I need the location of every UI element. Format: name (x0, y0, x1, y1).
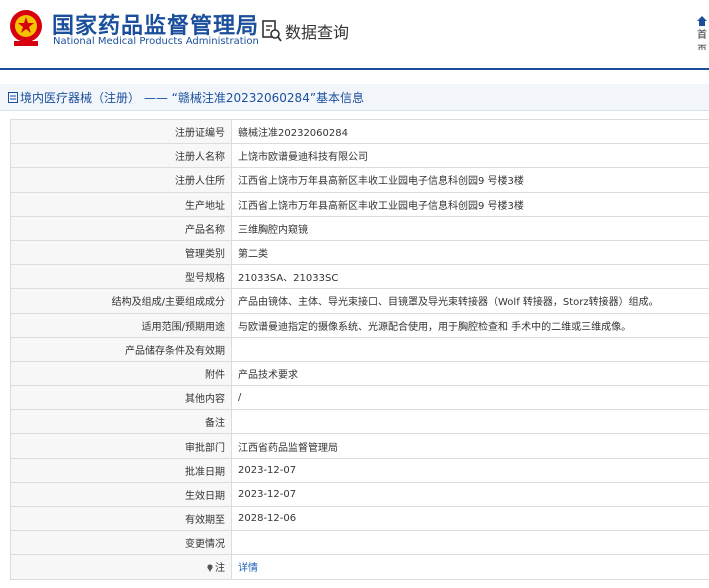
table-row: 注册人住所 江西省上饶市万年县高新区丰收工业园电子信息科创园9 号楼3楼 (10, 167, 709, 193)
table-row: 批准日期 2023-12-07 (10, 457, 709, 483)
breadcrumb-title-bar: 境内医疗器械（注册） —— “赣械注准20232060284”基本信息 (0, 84, 709, 111)
row-label: 管理类别 (10, 239, 232, 266)
table-row: 备注 (10, 409, 709, 435)
row-value: 21033SA、21033SC (231, 264, 709, 290)
pin-icon (207, 564, 213, 573)
table-row: 适用范围/预期用途 与欧谱曼迪指定的摄像系统、光源配合使用，用于胸腔检查和 手术中… (10, 312, 709, 338)
home-icon (697, 16, 707, 26)
row-label: 型号规格 (10, 264, 232, 290)
table-row: 注册人名称 上饶市欧谱曼迪科技有限公司 (10, 143, 709, 169)
row-label: 适用范围/预期用途 (10, 312, 232, 338)
data-search-label[interactable]: 数据查询 (285, 19, 349, 43)
row-value: 产品技术要求 (231, 360, 709, 387)
row-value: 江西省上饶市万年县高新区丰收工业园电子信息科创园9 号楼3楼 (231, 191, 709, 217)
details-link[interactable]: 详情 (238, 563, 258, 574)
row-label: 批准日期 (10, 457, 232, 483)
registration-info-table: 注册证编号 赣械注准20232060284 注册人名称 上饶市欧谱曼迪科技有限公司 注册… (10, 118, 709, 580)
row-label: 生产地址 (10, 191, 232, 217)
row-value (231, 530, 709, 556)
row-value: 与欧谱曼迪指定的摄像系统、光源配合使用，用于胸腔检查和 手术中的二维或三维成像。 (231, 312, 709, 338)
row-label: 注册人名称 (10, 143, 232, 169)
row-label: 注册证编号 (10, 118, 232, 145)
note-value-cell: 详情 (231, 554, 709, 580)
table-row: 结构及组成/主要组成成分 产品由镜体、主体、导光束接口、目镜罩及导光束转接器（Wo… (10, 288, 709, 314)
row-value: 第二类 (231, 239, 709, 266)
row-value (231, 409, 709, 435)
row-value: / (231, 385, 709, 411)
row-label: 产品储存条件及有效期 (10, 336, 232, 362)
row-label: 变更情况 (10, 530, 232, 556)
row-label: 注册人住所 (10, 167, 232, 193)
row-value: 2023-12-07 (231, 481, 709, 508)
row-value: 上饶市欧谱曼迪科技有限公司 (231, 143, 709, 169)
note-label: 注 (215, 563, 225, 575)
row-label: 附件 (10, 360, 232, 387)
row-value: 2028-12-06 (231, 505, 709, 532)
row-value: 产品由镜体、主体、导光束接口、目镜罩及导光束转接器（Wolf 转接器，Storz… (231, 288, 709, 314)
table-row: 其他内容 / (10, 385, 709, 411)
site-name-en[interactable]: National Medical Products Administration (53, 36, 259, 47)
emblem-icon (10, 10, 42, 46)
row-value: 江西省药品监督管理局 (231, 433, 709, 459)
row-label: 其他内容 (10, 385, 232, 411)
home-label: 首页 (697, 30, 707, 50)
table-row: 型号规格 21033SA、21033SC (10, 264, 709, 290)
note-label-cell: 注 (10, 554, 232, 580)
table-row: 变更情况 (10, 530, 709, 556)
header-divider (0, 68, 709, 70)
table-row: 产品名称 三维胸腔内窥镜 (10, 215, 709, 241)
table-row: 附件 产品技术要求 (10, 360, 709, 387)
row-value: 赣械注准20232060284 (231, 118, 709, 145)
row-label: 备注 (10, 409, 232, 435)
table-row-note: 注 详情 (10, 554, 709, 580)
row-value (231, 336, 709, 362)
data-search-icon[interactable] (262, 20, 282, 42)
table-row: 有效期至 2028-12-06 (10, 505, 709, 532)
row-label: 审批部门 (10, 433, 232, 459)
table-row: 审批部门 江西省药品监督管理局 (10, 433, 709, 459)
site-header: 国家药品监督管理局 National Medical Products Admi… (0, 0, 709, 70)
home-link[interactable]: 首页 (697, 16, 709, 50)
row-value: 三维胸腔内窥镜 (231, 215, 709, 241)
row-label: 生效日期 (10, 481, 232, 508)
row-label: 产品名称 (10, 215, 232, 241)
row-label: 结构及组成/主要组成成分 (10, 288, 232, 314)
table-row: 产品储存条件及有效期 (10, 336, 709, 362)
table-row: 生效日期 2023-12-07 (10, 481, 709, 508)
row-value: 2023-12-07 (231, 457, 709, 483)
document-icon (8, 92, 18, 103)
table-row: 管理类别 第二类 (10, 239, 709, 266)
page-title: 境内医疗器械（注册） —— “赣械注准20232060284”基本信息 (20, 91, 365, 105)
row-value: 江西省上饶市万年县高新区丰收工业园电子信息科创园9 号楼3楼 (231, 167, 709, 193)
table-row: 生产地址 江西省上饶市万年县高新区丰收工业园电子信息科创园9 号楼3楼 (10, 191, 709, 217)
row-label: 有效期至 (10, 505, 232, 532)
table-row: 注册证编号 赣械注准20232060284 (10, 118, 709, 145)
